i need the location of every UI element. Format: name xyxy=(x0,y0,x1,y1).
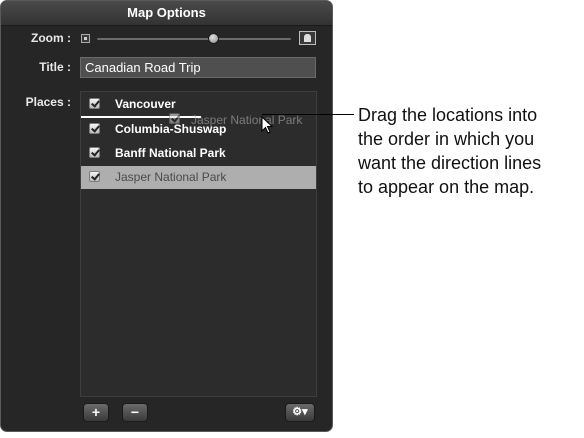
callout-line: Drag the locations into xyxy=(358,105,538,125)
callout-text: Drag the locations into the order in whi… xyxy=(358,103,580,199)
add-button[interactable]: + xyxy=(83,403,109,422)
drag-ghost-label: Jasper National Park xyxy=(191,113,303,127)
checkbox-ghost xyxy=(169,113,180,124)
list-item-selected[interactable]: Jasper National Park xyxy=(81,166,316,189)
list-item[interactable]: Banff National Park xyxy=(81,142,316,165)
action-menu-button[interactable]: ⚙▾ xyxy=(285,403,315,422)
panel-title: Map Options xyxy=(1,1,332,26)
place-label: Jasper National Park xyxy=(115,170,227,184)
checkbox[interactable] xyxy=(89,147,100,158)
callout-line: the order in which you xyxy=(358,129,535,149)
map-options-panel: Map Options Zoom : Title : Canadian Road… xyxy=(0,0,333,432)
cursor-arrow-icon xyxy=(261,116,274,134)
callout-line: want the direction lines xyxy=(358,153,542,173)
callout-leader-line xyxy=(262,114,354,115)
zoom-slider[interactable] xyxy=(97,38,291,40)
places-label: Places : xyxy=(25,95,71,109)
zoom-in-icon[interactable] xyxy=(299,31,316,45)
place-label: Banff National Park xyxy=(115,146,226,160)
checkbox[interactable] xyxy=(89,171,100,182)
place-label: Vancouver xyxy=(115,97,176,111)
places-list[interactable]: Vancouver Columbia-Shuswap Banff Nationa… xyxy=(80,91,317,397)
title-field[interactable]: Canadian Road Trip xyxy=(80,57,316,78)
title-label: Title : xyxy=(39,60,71,74)
callout-line: to appear on the map. xyxy=(358,177,535,197)
checkbox[interactable] xyxy=(89,98,100,109)
zoom-slider-thumb[interactable] xyxy=(207,33,219,44)
remove-button[interactable]: − xyxy=(122,403,148,422)
checkbox[interactable] xyxy=(89,123,100,134)
zoom-out-icon[interactable] xyxy=(81,34,90,43)
zoom-label: Zoom : xyxy=(31,31,71,45)
